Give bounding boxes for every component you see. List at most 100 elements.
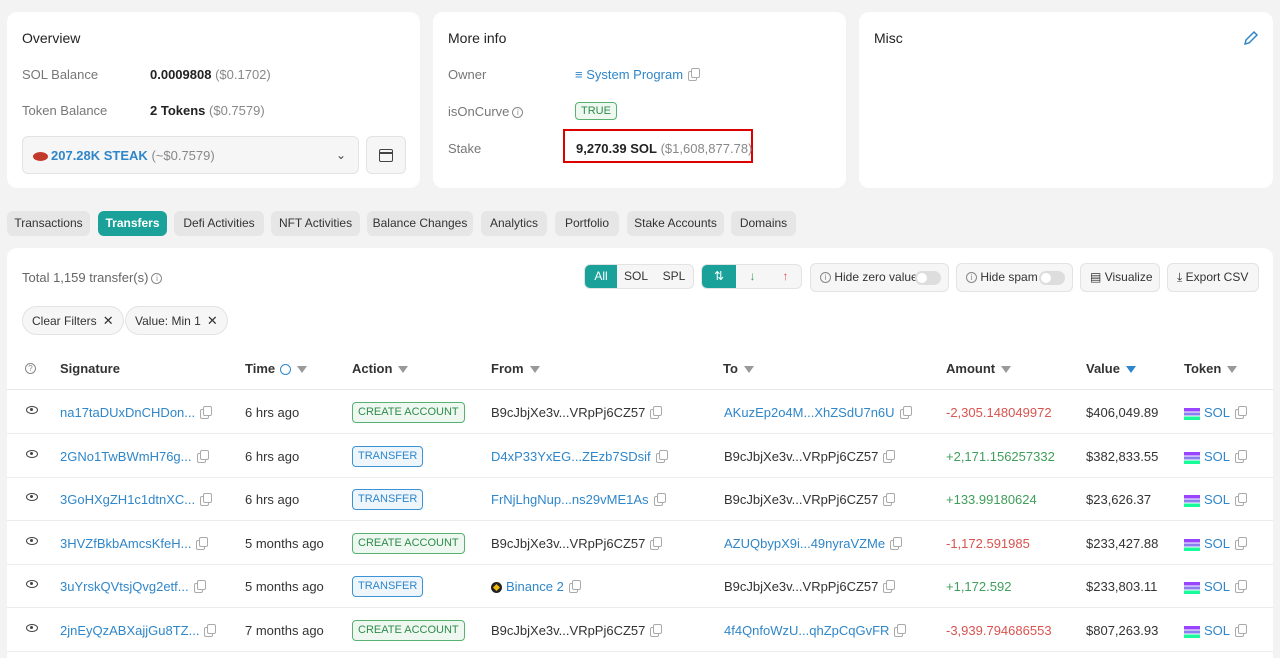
signature-link[interactable]: 3GoHXgZH1c1dtnXC... xyxy=(60,492,195,507)
col-time[interactable]: Time xyxy=(245,361,308,376)
copy-icon[interactable] xyxy=(890,536,903,550)
help-icon[interactable]: ? xyxy=(25,363,36,374)
filter-sol[interactable]: SOL xyxy=(617,265,655,288)
col-value[interactable]: Value xyxy=(1086,361,1136,376)
from-address[interactable]: B9cJbjXe3v...VRpPj6CZ57 xyxy=(491,623,645,638)
filter-icon[interactable] xyxy=(1227,366,1238,374)
tab-portfolio[interactable]: Portfolio xyxy=(555,211,619,236)
copy-icon[interactable] xyxy=(1235,405,1248,419)
signature-link[interactable]: 2jnEyQzABXajjGu8TZ... xyxy=(60,623,199,638)
copy-icon[interactable] xyxy=(883,579,896,593)
col-token[interactable]: Token xyxy=(1184,361,1238,376)
col-amount[interactable]: Amount xyxy=(946,361,1012,376)
hide-spam-toggle[interactable]: i Hide spam xyxy=(956,263,1073,292)
copy-icon[interactable] xyxy=(200,492,213,506)
tab-stake-accounts[interactable]: Stake Accounts xyxy=(627,211,724,236)
signature-link[interactable]: 2GNo1TwBWmH76g... xyxy=(60,449,192,464)
copy-icon[interactable] xyxy=(650,536,663,550)
to-address[interactable]: B9cJbjXe3v...VRpPj6CZ57 xyxy=(724,449,878,464)
copy-icon[interactable] xyxy=(899,405,912,419)
eye-icon[interactable] xyxy=(26,624,38,632)
copy-icon[interactable] xyxy=(196,536,209,550)
eye-icon[interactable] xyxy=(26,493,38,501)
copy-icon[interactable] xyxy=(200,405,213,419)
token-select[interactable]: 207.28K STEAK (~$0.7579) ⌄ xyxy=(22,136,359,174)
hide-zero-switch[interactable] xyxy=(915,271,941,285)
hide-spam-switch[interactable] xyxy=(1039,271,1065,285)
filter-icon[interactable] xyxy=(297,366,308,374)
filter-icon[interactable] xyxy=(743,366,754,374)
copy-icon[interactable] xyxy=(1235,449,1248,463)
col-from[interactable]: From xyxy=(491,361,540,376)
tab-transfers[interactable]: Transfers xyxy=(98,211,167,236)
info-icon[interactable]: i xyxy=(151,273,163,285)
filter-icon[interactable] xyxy=(1001,366,1012,374)
token-link[interactable]: SOL xyxy=(1204,405,1230,420)
filter-spl[interactable]: SPL xyxy=(655,265,693,288)
copy-icon[interactable] xyxy=(650,623,663,637)
close-icon[interactable]: ✕ xyxy=(103,313,114,328)
wallet-button[interactable] xyxy=(366,136,406,174)
eye-icon[interactable] xyxy=(26,406,38,414)
eye-icon[interactable] xyxy=(26,537,38,545)
clear-filters-chip[interactable]: Clear Filters ✕ xyxy=(22,306,124,335)
from-address-link[interactable]: D4xP33YxEG...ZEzb7SDsif xyxy=(491,449,651,464)
signature-link[interactable]: na17taDUxDnCHDon... xyxy=(60,405,195,420)
to-address-link[interactable]: AZUQbypX9i...49nyraVZMe xyxy=(724,536,885,551)
filter-icon[interactable] xyxy=(529,366,540,374)
copy-icon[interactable] xyxy=(650,405,663,419)
owner-link[interactable]: System Program xyxy=(586,67,683,82)
to-address[interactable]: B9cJbjXe3v...VRpPj6CZ57 xyxy=(724,579,878,594)
from-address[interactable]: B9cJbjXe3v...VRpPj6CZ57 xyxy=(491,405,645,420)
close-icon[interactable]: ✕ xyxy=(207,313,218,328)
copy-icon[interactable] xyxy=(568,579,581,593)
copy-icon[interactable] xyxy=(883,449,896,463)
copy-icon[interactable] xyxy=(883,492,896,506)
arrow-up-icon[interactable]: ↑ xyxy=(769,265,801,288)
from-address[interactable]: B9cJbjXe3v...VRpPj6CZ57 xyxy=(491,536,645,551)
tab-balance-changes[interactable]: Balance Changes xyxy=(367,211,473,236)
filter-active-icon[interactable] xyxy=(1125,366,1136,374)
copy-icon[interactable] xyxy=(655,449,668,463)
hide-zero-toggle[interactable]: i Hide zero value xyxy=(810,263,949,292)
token-link[interactable]: SOL xyxy=(1204,492,1230,507)
to-address-link[interactable]: 4f4QnfoWzU...qhZpCqGvFR xyxy=(724,623,889,638)
eye-icon[interactable] xyxy=(26,450,38,458)
to-address[interactable]: B9cJbjXe3v...VRpPj6CZ57 xyxy=(724,492,878,507)
tab-domains[interactable]: Domains xyxy=(731,211,796,236)
value-filter-chip[interactable]: Value: Min 1 ✕ xyxy=(125,306,228,335)
export-csv-button[interactable]: ⤓ Export CSV xyxy=(1167,263,1259,292)
copy-icon[interactable] xyxy=(204,623,217,637)
edit-icon[interactable] xyxy=(1243,30,1259,46)
copy-icon[interactable] xyxy=(196,449,209,463)
visualize-button[interactable]: ▤ Visualize xyxy=(1080,263,1160,292)
tab-transactions[interactable]: Transactions xyxy=(7,211,90,236)
token-link[interactable]: SOL xyxy=(1204,623,1230,638)
signature-link[interactable]: 3HVZfBkbAmcsKfeH... xyxy=(60,536,191,551)
from-address-link[interactable]: FrNjLhgNup...ns29vME1As xyxy=(491,492,649,507)
clock-icon[interactable] xyxy=(280,364,292,376)
copy-icon[interactable] xyxy=(894,623,907,637)
sort-both-icon[interactable]: ⇅ xyxy=(702,265,736,288)
col-action[interactable]: Action xyxy=(352,361,409,376)
signature-link[interactable]: 3uYrskQVtsjQvg2etf... xyxy=(60,579,189,594)
copy-icon[interactable] xyxy=(1235,579,1248,593)
info-icon[interactable]: i xyxy=(512,107,524,119)
copy-icon[interactable] xyxy=(688,67,701,81)
col-to[interactable]: To xyxy=(723,361,754,376)
filter-all[interactable]: All xyxy=(585,265,617,288)
to-address-link[interactable]: AKuzEp2o4M...XhZSdU7n6U xyxy=(724,405,895,420)
token-link[interactable]: SOL xyxy=(1204,449,1230,464)
tab-analytics[interactable]: Analytics xyxy=(481,211,547,236)
copy-icon[interactable] xyxy=(1235,623,1248,637)
copy-icon[interactable] xyxy=(1235,536,1248,550)
tab-defi-activities[interactable]: Defi Activities xyxy=(174,211,264,236)
eye-icon[interactable] xyxy=(26,580,38,588)
tab-nft-activities[interactable]: NFT Activities xyxy=(271,211,360,236)
from-address-link[interactable]: Binance 2 xyxy=(506,579,564,594)
copy-icon[interactable] xyxy=(653,492,666,506)
copy-icon[interactable] xyxy=(1235,492,1248,506)
token-link[interactable]: SOL xyxy=(1204,536,1230,551)
arrow-down-icon[interactable]: ↓ xyxy=(736,265,769,288)
filter-icon[interactable] xyxy=(398,366,409,374)
